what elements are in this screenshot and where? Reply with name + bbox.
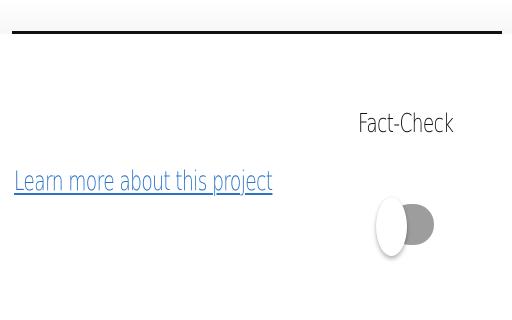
fact-check-label: Fact-Check [358,109,454,139]
fact-check-toggle[interactable] [376,196,436,262]
toggle-knob [376,197,407,256]
header-divider [12,31,502,34]
learn-more-link[interactable]: Learn more about this project [14,165,273,199]
header-shadow [0,0,512,34]
